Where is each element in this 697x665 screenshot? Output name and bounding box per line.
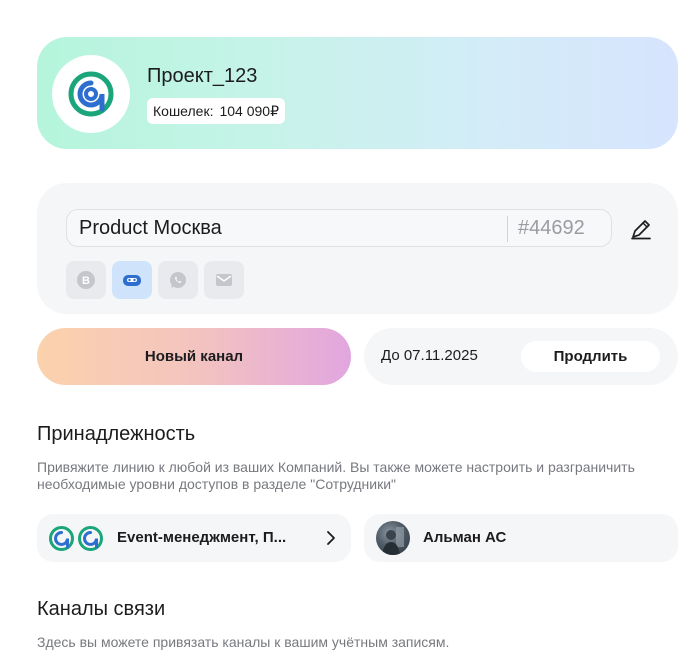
affiliation-description: Привяжите линию к любой из ваших Компани…: [37, 459, 635, 492]
edit-line-button[interactable]: [629, 217, 653, 241]
channel-email[interactable]: [204, 261, 244, 299]
company-logos: [48, 525, 104, 551]
affiliation-title: Принадлежность: [37, 423, 196, 445]
line-id-divider: [507, 216, 508, 242]
company-name: Event-менеджмент, П...: [117, 529, 287, 546]
employee-avatar: [376, 521, 410, 555]
company-logo-icon: [49, 526, 74, 551]
company-selector[interactable]: Event-менеджмент, П...: [37, 514, 351, 562]
whatsapp-icon: [170, 272, 186, 288]
employee-selector[interactable]: Альман АС: [364, 514, 678, 562]
project-name: Проект_123: [147, 65, 258, 87]
wallet-balance: Кошелек: 104 090₽: [147, 98, 285, 124]
employee-name: Альман АС: [423, 529, 507, 546]
channel-viber[interactable]: B: [66, 261, 106, 299]
line-name-field[interactable]: Product Москва #44692: [66, 209, 612, 247]
mail-icon: [216, 274, 232, 286]
bot-icon: [123, 275, 141, 286]
new-channel-button[interactable]: Новый канал: [37, 328, 351, 385]
channel-whatsapp[interactable]: [158, 261, 198, 299]
extend-button[interactable]: Продлить: [521, 341, 660, 372]
line-name[interactable]: Product Москва: [79, 217, 222, 240]
channel-bot[interactable]: [112, 261, 152, 299]
app-logo-icon: [68, 71, 114, 117]
svg-text:B: B: [82, 275, 90, 287]
viber-icon: B: [77, 271, 95, 289]
wallet-value: 104 090₽: [219, 103, 279, 119]
subscription-card: До 07.11.2025 Продлить: [364, 328, 678, 385]
line-id: #44692: [518, 217, 585, 239]
expiry-date: До 07.11.2025: [381, 347, 478, 364]
channels-title: Каналы связи: [37, 598, 166, 620]
person-photo-icon: [382, 527, 404, 555]
project-avatar: [52, 55, 130, 133]
wallet-label: Кошелек:: [153, 103, 214, 119]
project-card: Проект_123 Кошелек: 104 090₽: [37, 37, 678, 149]
line-card: Product Москва #44692 B: [37, 183, 678, 314]
pencil-icon: [631, 220, 651, 240]
chevron-right-icon: [327, 531, 335, 545]
company-logo-icon: [78, 526, 103, 551]
channels-description: Здесь вы можете привязать каналы к вашим…: [37, 634, 450, 650]
